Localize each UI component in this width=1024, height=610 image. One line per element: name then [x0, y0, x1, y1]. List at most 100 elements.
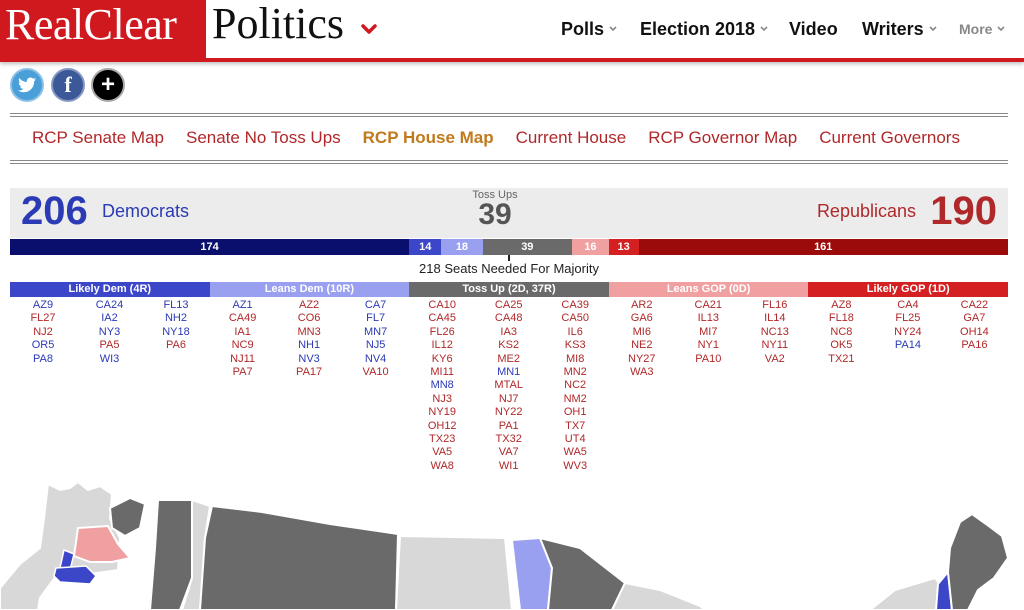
tab-rcp-house-map[interactable]: RCP House Map	[363, 128, 494, 152]
race-link[interactable]: MI7	[675, 326, 741, 339]
race-link[interactable]: GA7	[941, 312, 1007, 325]
tab-current-house[interactable]: Current House	[516, 128, 627, 152]
race-link[interactable]: NJ11	[210, 353, 276, 366]
nav-writers[interactable]: Writers	[862, 17, 938, 41]
race-link[interactable]: NY3	[77, 326, 143, 339]
race-link[interactable]: MN8	[409, 379, 475, 392]
race-link[interactable]: NJ5	[343, 339, 409, 352]
nav-more[interactable]: More	[959, 17, 1006, 41]
race-link[interactable]: VA5	[409, 446, 475, 459]
race-link[interactable]: IA1	[210, 326, 276, 339]
race-link[interactable]: MN3	[276, 326, 342, 339]
race-link[interactable]: MI6	[609, 326, 675, 339]
nav-video[interactable]: Video	[789, 17, 838, 41]
chevron-down-icon[interactable]	[360, 20, 378, 38]
facebook-share-button[interactable]: f	[51, 68, 85, 102]
race-link[interactable]: FL25	[875, 312, 941, 325]
twitter-share-button[interactable]	[10, 68, 44, 102]
race-link[interactable]: CA45	[409, 312, 475, 325]
race-link[interactable]: NY11	[742, 339, 808, 352]
race-link[interactable]: CA24	[77, 299, 143, 312]
race-link[interactable]: ME2	[476, 353, 542, 366]
race-link[interactable]: CA50	[542, 312, 608, 325]
race-link[interactable]: NE2	[609, 339, 675, 352]
logo-realclear[interactable]: RealClear	[0, 0, 206, 58]
logo-politics[interactable]: Politics	[212, 0, 344, 58]
race-link[interactable]: AR2	[609, 299, 675, 312]
tab-current-governors[interactable]: Current Governors	[819, 128, 960, 152]
race-link[interactable]: UT4	[542, 433, 608, 446]
race-link[interactable]: VA7	[476, 446, 542, 459]
race-link[interactable]: OK5	[808, 339, 874, 352]
race-link[interactable]: MI8	[542, 353, 608, 366]
nav-election-2018[interactable]: Election 2018	[640, 17, 769, 41]
house-map[interactable]	[0, 478, 1024, 610]
race-link[interactable]: OR5	[10, 339, 76, 352]
race-link[interactable]: OH12	[409, 420, 475, 433]
race-link[interactable]: KS2	[476, 339, 542, 352]
tab-rcp-governor-map[interactable]: RCP Governor Map	[648, 128, 797, 152]
race-link[interactable]: NC2	[542, 379, 608, 392]
race-link[interactable]: NJ7	[476, 393, 542, 406]
race-link[interactable]: CA25	[476, 299, 542, 312]
race-link[interactable]: NH2	[143, 312, 209, 325]
race-link[interactable]: AZ1	[210, 299, 276, 312]
race-link[interactable]: PA1	[476, 420, 542, 433]
race-link[interactable]: NV3	[276, 353, 342, 366]
race-link[interactable]: FL16	[742, 299, 808, 312]
race-link[interactable]: IL12	[409, 339, 475, 352]
race-link[interactable]: IL13	[675, 312, 741, 325]
race-link[interactable]: NH1	[276, 339, 342, 352]
tab-senate-no-toss-ups[interactable]: Senate No Toss Ups	[186, 128, 341, 152]
race-link[interactable]: PA10	[675, 353, 741, 366]
race-link[interactable]: PA16	[941, 339, 1007, 352]
more-share-button[interactable]: +	[91, 68, 125, 102]
race-link[interactable]: WA3	[609, 366, 675, 379]
race-link[interactable]: PA14	[875, 339, 941, 352]
race-link[interactable]: MN1	[476, 366, 542, 379]
race-link[interactable]: FL13	[143, 299, 209, 312]
race-link[interactable]: IL6	[542, 326, 608, 339]
race-link[interactable]: NV4	[343, 353, 409, 366]
race-link[interactable]: MTAL	[476, 379, 542, 392]
race-link[interactable]: PA17	[276, 366, 342, 379]
race-link[interactable]: OH1	[542, 406, 608, 419]
race-link[interactable]: CA48	[476, 312, 542, 325]
race-link[interactable]: FL7	[343, 312, 409, 325]
race-link[interactable]: NY19	[409, 406, 475, 419]
race-link[interactable]: MN7	[343, 326, 409, 339]
race-link[interactable]: NY22	[476, 406, 542, 419]
race-link[interactable]: PA8	[10, 353, 76, 366]
race-link[interactable]: NC13	[742, 326, 808, 339]
race-link[interactable]: CA10	[409, 299, 475, 312]
tab-rcp-senate-map[interactable]: RCP Senate Map	[32, 128, 164, 152]
race-link[interactable]: IA3	[476, 326, 542, 339]
race-link[interactable]: AZ2	[276, 299, 342, 312]
race-link[interactable]: NC9	[210, 339, 276, 352]
race-link[interactable]: NY1	[675, 339, 741, 352]
race-link[interactable]: FL27	[10, 312, 76, 325]
race-link[interactable]: NM2	[542, 393, 608, 406]
race-link[interactable]: MN2	[542, 366, 608, 379]
race-link[interactable]: PA6	[143, 339, 209, 352]
race-link[interactable]: WA8	[409, 460, 475, 473]
race-link[interactable]: CA7	[343, 299, 409, 312]
race-link[interactable]: CA22	[941, 299, 1007, 312]
race-link[interactable]: WI3	[77, 353, 143, 366]
race-link[interactable]: WI1	[476, 460, 542, 473]
race-link[interactable]: PA7	[210, 366, 276, 379]
race-link[interactable]: PA5	[77, 339, 143, 352]
race-link[interactable]: CO6	[276, 312, 342, 325]
race-link[interactable]: TX21	[808, 353, 874, 366]
race-link[interactable]: FL26	[409, 326, 475, 339]
race-link[interactable]: FL18	[808, 312, 874, 325]
race-link[interactable]: NY24	[875, 326, 941, 339]
race-link[interactable]: VA2	[742, 353, 808, 366]
race-link[interactable]: KY6	[409, 353, 475, 366]
race-link[interactable]: MI11	[409, 366, 475, 379]
race-link[interactable]: CA21	[675, 299, 741, 312]
race-link[interactable]: AZ8	[808, 299, 874, 312]
race-link[interactable]: CA4	[875, 299, 941, 312]
race-link[interactable]: TX7	[542, 420, 608, 433]
race-link[interactable]: OH14	[941, 326, 1007, 339]
